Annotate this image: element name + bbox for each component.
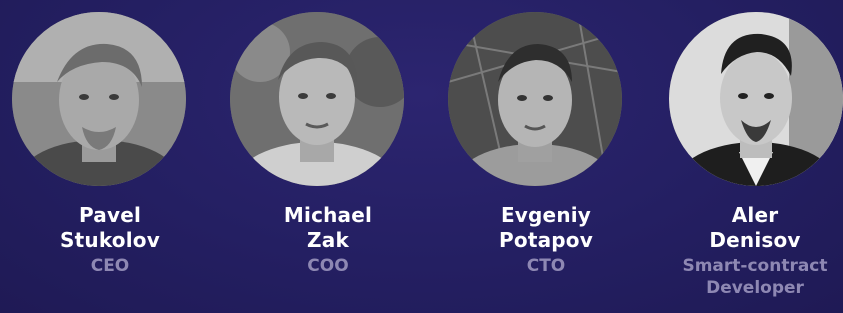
member-role-line: COO	[307, 256, 349, 276]
member-last-name: Denisov	[709, 228, 801, 252]
member-photo-image	[669, 12, 843, 186]
member-role-line: CEO	[90, 256, 130, 276]
member-photo-image	[230, 12, 404, 186]
member-first-name: Pavel	[78, 203, 142, 227]
member-name: Aler Denisov	[655, 203, 843, 253]
member-name: Pavel Stukolov	[10, 203, 210, 253]
member-photo	[230, 12, 404, 186]
member-first-name: Evgeniy	[500, 203, 592, 227]
member-last-name: Stukolov	[60, 228, 160, 252]
member-photo-image	[12, 12, 186, 186]
member-photo	[448, 12, 622, 186]
member-photo	[12, 12, 186, 186]
member-role-line: CTO	[526, 256, 566, 276]
member-name: Evgeniy Potapov	[446, 203, 646, 253]
member-name: Michael Zak	[228, 203, 428, 253]
member-first-name: Michael	[283, 203, 373, 227]
member-photo-image	[448, 12, 622, 186]
member-role: COO	[228, 255, 428, 277]
member-role-line: Smart-contract	[682, 256, 828, 276]
member-role: CEO	[10, 255, 210, 277]
member-role: Smart-contract Developer	[655, 255, 843, 299]
member-last-name: Zak	[307, 228, 349, 252]
member-role: CTO	[446, 255, 646, 277]
member-photo	[669, 12, 843, 186]
team-section: Pavel Stukolov CEO Michael Zak COO Evgen…	[0, 0, 843, 313]
member-first-name: Aler	[731, 203, 779, 227]
member-role-line-2: Developer	[706, 278, 804, 298]
member-last-name: Potapov	[499, 228, 593, 252]
